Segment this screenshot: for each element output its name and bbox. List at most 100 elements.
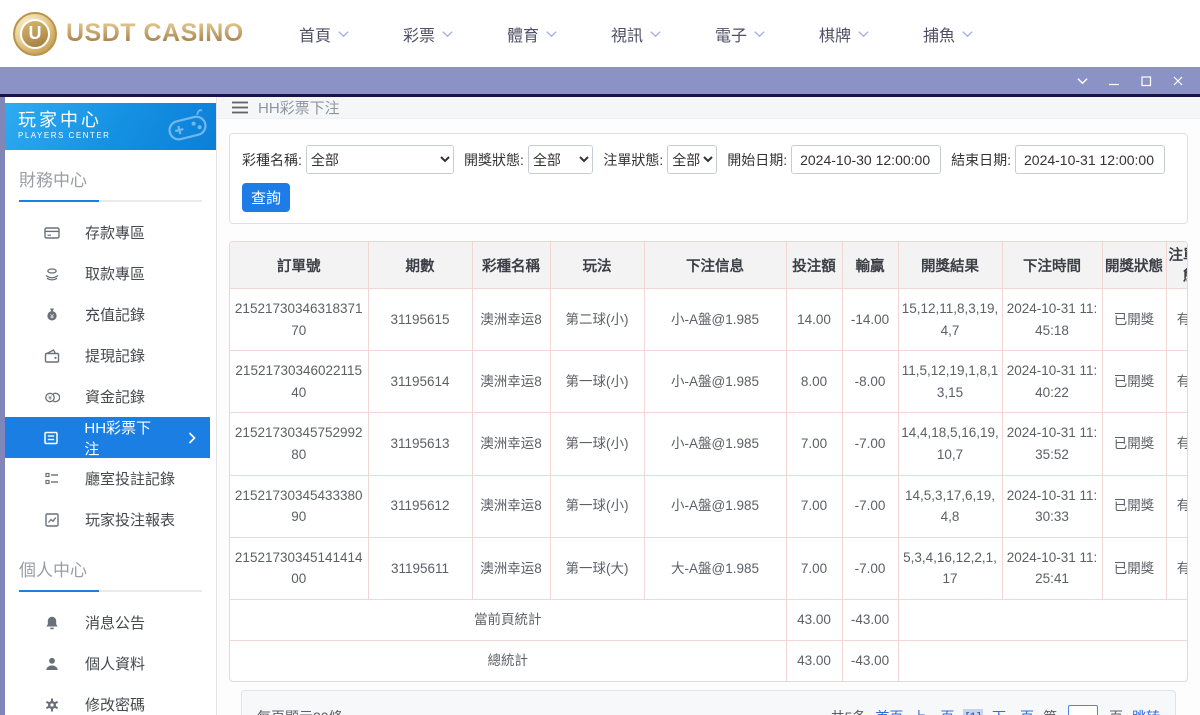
table-cell: 2152173034631837170 — [230, 287, 369, 352]
content-area: 彩種名稱: 全部 開獎狀態: 全部 注單狀態: 全部 開始日期: 結束日期: — [217, 119, 1200, 715]
chevron-down-icon — [962, 30, 973, 38]
table-cell: -7.00 — [841, 474, 899, 538]
table-row: 2152173034631837170 31195615 澳洲幸运8 第二球(小) 小-… — [230, 287, 1187, 352]
nav-item-5[interactable]: 棋牌 — [792, 22, 896, 46]
table-row: 2152173034602211540 31195614 澳洲幸运8 第一球(小) 小-… — [230, 350, 1187, 414]
filter-card: 彩種名稱: 全部 開獎狀態: 全部 注單狀態: 全部 開始日期: 結束日期: — [229, 133, 1188, 224]
lottery-name-select[interactable]: 全部 — [305, 145, 455, 174]
nav-item-6[interactable]: 捕魚 — [896, 22, 1000, 46]
draw-status-label: 開獎狀態: — [464, 151, 524, 168]
sidebar-item-廳室投註記錄[interactable]: 廳室投註記錄 — [5, 458, 216, 499]
table-cell: 小-A盤@1.985 — [643, 350, 787, 414]
maximize-icon[interactable] — [1140, 75, 1152, 87]
sidebar-item-存款專區[interactable]: 存款專區 — [5, 212, 216, 253]
brand-logo[interactable]: U USDT CASINO — [0, 11, 258, 56]
summary-row: 總統計 43.00 -43.00 — [230, 639, 1187, 682]
bets-table-card: 訂單號期數彩種名稱玩法下注信息投注額輸贏開獎結果下注時間開獎狀態注單狀態 215… — [229, 241, 1188, 683]
svg-text:¥: ¥ — [48, 394, 52, 401]
bets-table: 訂單號期數彩種名稱玩法下注信息投注額輸贏開獎結果下注時間開獎狀態注單狀態 215… — [230, 242, 1187, 682]
table-cell: 有效 — [1165, 536, 1187, 600]
sidebar-item-label: 消息公告 — [85, 615, 146, 632]
end-date-input[interactable] — [1015, 145, 1165, 174]
lottery-name-label: 彩種名稱: — [242, 151, 302, 168]
summary-label: 總統計 — [230, 639, 787, 682]
table-cell: 11,5,12,19,1,8,13,15 — [897, 350, 1003, 414]
table-cell: 14.00 — [785, 287, 843, 352]
sidebar-item-資金記錄[interactable]: ¥ 資金記錄 — [5, 376, 216, 417]
next-page-link[interactable]: 下一页 — [992, 707, 1034, 715]
sidebar-item-充值記錄[interactable]: ¥ 充值記錄 — [5, 294, 216, 335]
summary-bet-total: 43.00 — [785, 639, 843, 682]
search-button[interactable]: 查詢 — [242, 183, 290, 212]
table-cell: 已開獎 — [1101, 474, 1167, 538]
sidebar-item-label: 資金記錄 — [85, 389, 146, 406]
nav-item-label: 體育 — [506, 27, 539, 45]
table-row: 2152173034575299280 31195613 澳洲幸运8 第一球(小) 小-… — [230, 412, 1187, 476]
column-header: 彩種名稱 — [471, 242, 551, 289]
table-cell: 第一球(小) — [549, 350, 645, 414]
nav-item-label: 棋牌 — [818, 27, 851, 45]
nav-item-3[interactable]: 視訊 — [584, 22, 688, 46]
sidebar-item-修改密碼[interactable]: 修改密碼 — [5, 684, 216, 715]
order-status-select[interactable]: 全部 — [667, 145, 718, 174]
sidebar-item-個人資料[interactable]: 個人資料 — [5, 643, 216, 684]
start-date-input[interactable] — [791, 145, 942, 174]
nav-item-4[interactable]: 電子 — [688, 22, 792, 46]
svg-text:¥: ¥ — [50, 313, 54, 320]
column-header: 開獎狀態 — [1101, 242, 1167, 289]
minimize-icon[interactable] — [1108, 75, 1120, 87]
nav-item-1[interactable]: 彩票 — [376, 22, 480, 46]
sidebar-header: 玩家中心 PLAYERS CENTER — [5, 103, 216, 150]
prev-page-link[interactable]: 上一页 — [912, 707, 954, 715]
lottery-list-icon — [43, 430, 59, 446]
first-page-link[interactable]: 首页 — [875, 707, 903, 715]
page-title: HH彩票下注 — [258, 100, 340, 117]
table-cell: 第二球(小) — [549, 287, 645, 352]
sidebar-item-提現記錄[interactable]: 提現記錄 — [5, 335, 216, 376]
sidebar-item-label: 修改密碼 — [85, 697, 146, 714]
gear-icon — [44, 697, 60, 713]
sidebar-item-label: 提現記錄 — [85, 348, 146, 365]
table-cell: 31195611 — [367, 536, 473, 600]
table-cell: 已開獎 — [1101, 287, 1167, 352]
draw-status-select[interactable]: 全部 — [527, 145, 594, 174]
hamburger-icon[interactable] — [232, 101, 248, 114]
column-header: 注單狀態 — [1165, 242, 1187, 289]
sidebar-item-HH彩票下注[interactable]: HH彩票下注 — [5, 417, 210, 458]
table-cell: 有效 — [1165, 412, 1187, 476]
main-panel: HH彩票下注 彩種名稱: 全部 開獎狀態: 全部 注單狀態: 全部 開始日期: … — [217, 97, 1200, 715]
nav-item-label: 彩票 — [402, 27, 435, 45]
table-cell: -14.00 — [841, 287, 899, 352]
nav-menu: 首頁 彩票 體育 視訊 電子 棋牌 捕魚 — [272, 22, 1000, 46]
jump-page-input[interactable] — [1068, 705, 1098, 715]
nav-item-2[interactable]: 體育 — [480, 22, 584, 46]
table-body: 2152173034631837170 31195615 澳洲幸运8 第二球(小) 小-… — [230, 287, 1187, 682]
table-cell: 7.00 — [785, 536, 843, 600]
jump-prefix-label: 第 — [1043, 707, 1057, 715]
brand-name: USDT CASINO — [66, 19, 244, 47]
order-status-label: 注單狀態: — [603, 151, 664, 168]
table-cell: -7.00 — [841, 536, 899, 600]
breadcrumb: HH彩票下注 — [217, 97, 1200, 119]
total-count-text: 共5条 — [831, 707, 867, 715]
jump-action-link[interactable]: 跳转 — [1132, 707, 1160, 715]
current-page-badge: [1] — [963, 709, 983, 715]
close-icon[interactable] — [1172, 75, 1184, 87]
nav-item-0[interactable]: 首頁 — [272, 22, 376, 46]
nav-item-label: 捕魚 — [922, 27, 955, 45]
section-underline — [19, 200, 202, 202]
table-cell: 小-A盤@1.985 — [643, 412, 787, 476]
bank-card-icon — [43, 225, 60, 241]
chevron-down-icon[interactable] — [1077, 77, 1088, 85]
sidebar-item-消息公告[interactable]: 消息公告 — [5, 602, 216, 643]
table-cell: -7.00 — [841, 412, 899, 476]
nav-item-label: 電子 — [714, 27, 747, 45]
table-cell: 澳洲幸运8 — [471, 536, 551, 600]
sidebar-sections: 財務中心 存款專區 取款專區 ¥ 充值記錄 提現記錄 ¥ 資金記錄 HH彩票下注 廳… — [5, 166, 216, 715]
room-list-icon — [44, 471, 60, 487]
sidebar-item-玩家投注報表[interactable]: 玩家投注報表 — [5, 499, 216, 540]
table-cell: 2024-10-31 11:40:22 — [1001, 350, 1103, 414]
sidebar-item-取款專區[interactable]: 取款專區 — [5, 253, 216, 294]
table-cell: 澳洲幸运8 — [471, 287, 551, 352]
table-cell: 小-A盤@1.985 — [643, 287, 787, 352]
